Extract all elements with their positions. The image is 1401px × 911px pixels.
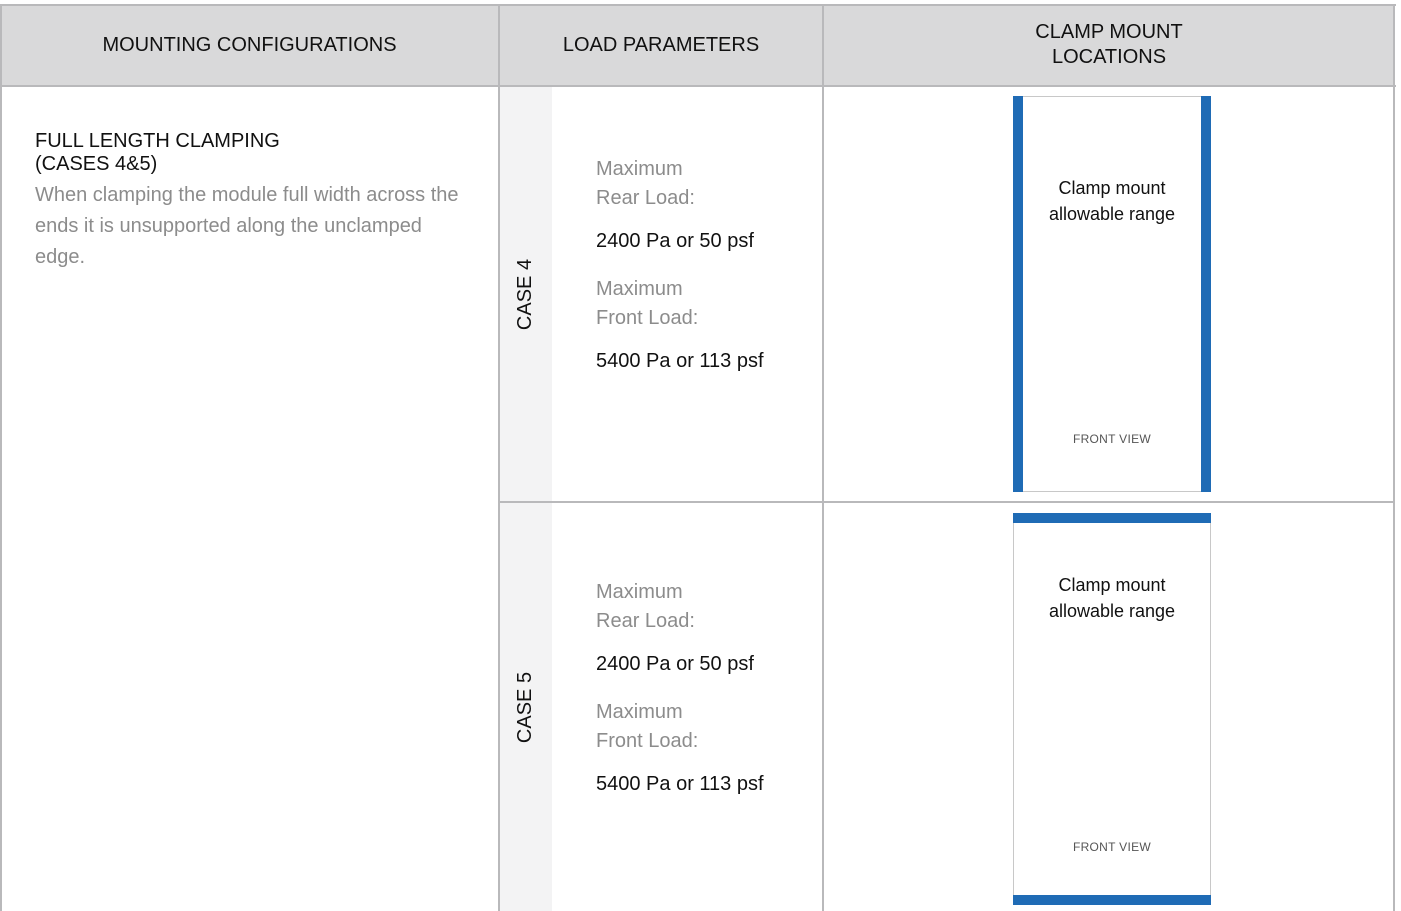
case-5-clamp-range-line2: allowable range <box>1048 601 1176 621</box>
header-clamp-mount-locations-label: CLAMP MOUNT LOCATIONS <box>1035 21 1183 68</box>
mounting-table: MOUNTING CONFIGURATIONS LOAD PARAMETERS … <box>0 0 1401 911</box>
case-5-rear-load-label: Maximum Rear Load: <box>596 578 816 636</box>
configuration-description: FULL LENGTH CLAMPING (CASES 4&5) When cl… <box>35 130 475 273</box>
configuration-title-line2: (CASES 4&5) <box>35 153 158 175</box>
case-5-rear-load-label-line1: Maximum <box>596 581 683 603</box>
case-5-clamp-range-text: Clamp mount allowable range <box>1023 572 1201 624</box>
header-load-parameters-label: LOAD PARAMETERS <box>562 33 760 56</box>
case-4-loads: Maximum Rear Load: 2400 Pa or 50 psf Max… <box>596 155 816 395</box>
case-4-rear-load-label-line2: Rear Load: <box>596 187 695 209</box>
table-top-border <box>0 4 1396 6</box>
case-5-loads: Maximum Rear Load: 2400 Pa or 50 psf Max… <box>596 578 816 818</box>
case-5-front-load-label: Maximum Front Load: <box>596 698 816 756</box>
case-row-divider <box>498 501 1395 503</box>
case-4-front-load-label: Maximum Front Load: <box>596 275 816 333</box>
case-5-label-text: CASE 5 <box>514 671 537 743</box>
case-4-front-load-value: 5400 Pa or 113 psf <box>596 350 764 372</box>
case-4-clamp-range-text: Clamp mount allowable range <box>1023 175 1201 227</box>
case-4-rear-load-label-line1: Maximum <box>596 158 683 180</box>
table-right-border <box>1393 4 1395 911</box>
case-4-front-view-label: FRONT VIEW <box>1072 432 1152 446</box>
configuration-body: When clamping the module full width acro… <box>35 184 459 268</box>
case-4-clamp-range-line2: allowable range <box>1048 204 1176 224</box>
case-4-label-text: CASE 4 <box>514 258 537 330</box>
table-left-border <box>0 4 2 911</box>
column-divider-2 <box>822 4 824 911</box>
configuration-title-line1: FULL LENGTH CLAMPING <box>35 130 280 152</box>
case-4-right-clamp-rail <box>1201 96 1211 492</box>
case-5-front-load-value: 5400 Pa or 113 psf <box>596 773 764 795</box>
case-4-front-load-label-line2: Front Load: <box>596 307 699 329</box>
header-clamp-mount-locations: CLAMP MOUNT LOCATIONS <box>824 4 1394 86</box>
header-bottom-border <box>0 85 1396 87</box>
header-mounting-configurations: MOUNTING CONFIGURATIONS <box>1 4 498 86</box>
case-4-clamp-range-line1: Clamp mount <box>1058 178 1166 198</box>
configuration-title: FULL LENGTH CLAMPING (CASES 4&5) <box>35 130 475 176</box>
case-5-top-clamp-rail <box>1013 513 1211 523</box>
header-load-parameters: LOAD PARAMETERS <box>500 4 822 86</box>
case-5-rear-load-label-line2: Rear Load: <box>596 610 695 632</box>
case-4-rear-load-value: 2400 Pa or 50 psf <box>596 230 754 252</box>
case-4-front-load-label-line1: Maximum <box>596 278 683 300</box>
case-4-rear-load-label: Maximum Rear Load: <box>596 155 816 213</box>
case-5-bottom-clamp-rail <box>1013 895 1211 905</box>
header-mounting-configurations-label: MOUNTING CONFIGURATIONS <box>102 33 397 56</box>
case-5-front-view-label: FRONT VIEW <box>1072 840 1152 854</box>
case-4-label: CASE 4 <box>500 87 552 501</box>
case-5-front-load-label-line1: Maximum <box>596 701 683 723</box>
case-5-label: CASE 5 <box>500 503 552 911</box>
case-5-front-load-label-line2: Front Load: <box>596 730 699 752</box>
case-5-rear-load-value: 2400 Pa or 50 psf <box>596 653 754 675</box>
case-4-left-clamp-rail <box>1013 96 1023 492</box>
case-5-clamp-range-line1: Clamp mount <box>1058 575 1166 595</box>
